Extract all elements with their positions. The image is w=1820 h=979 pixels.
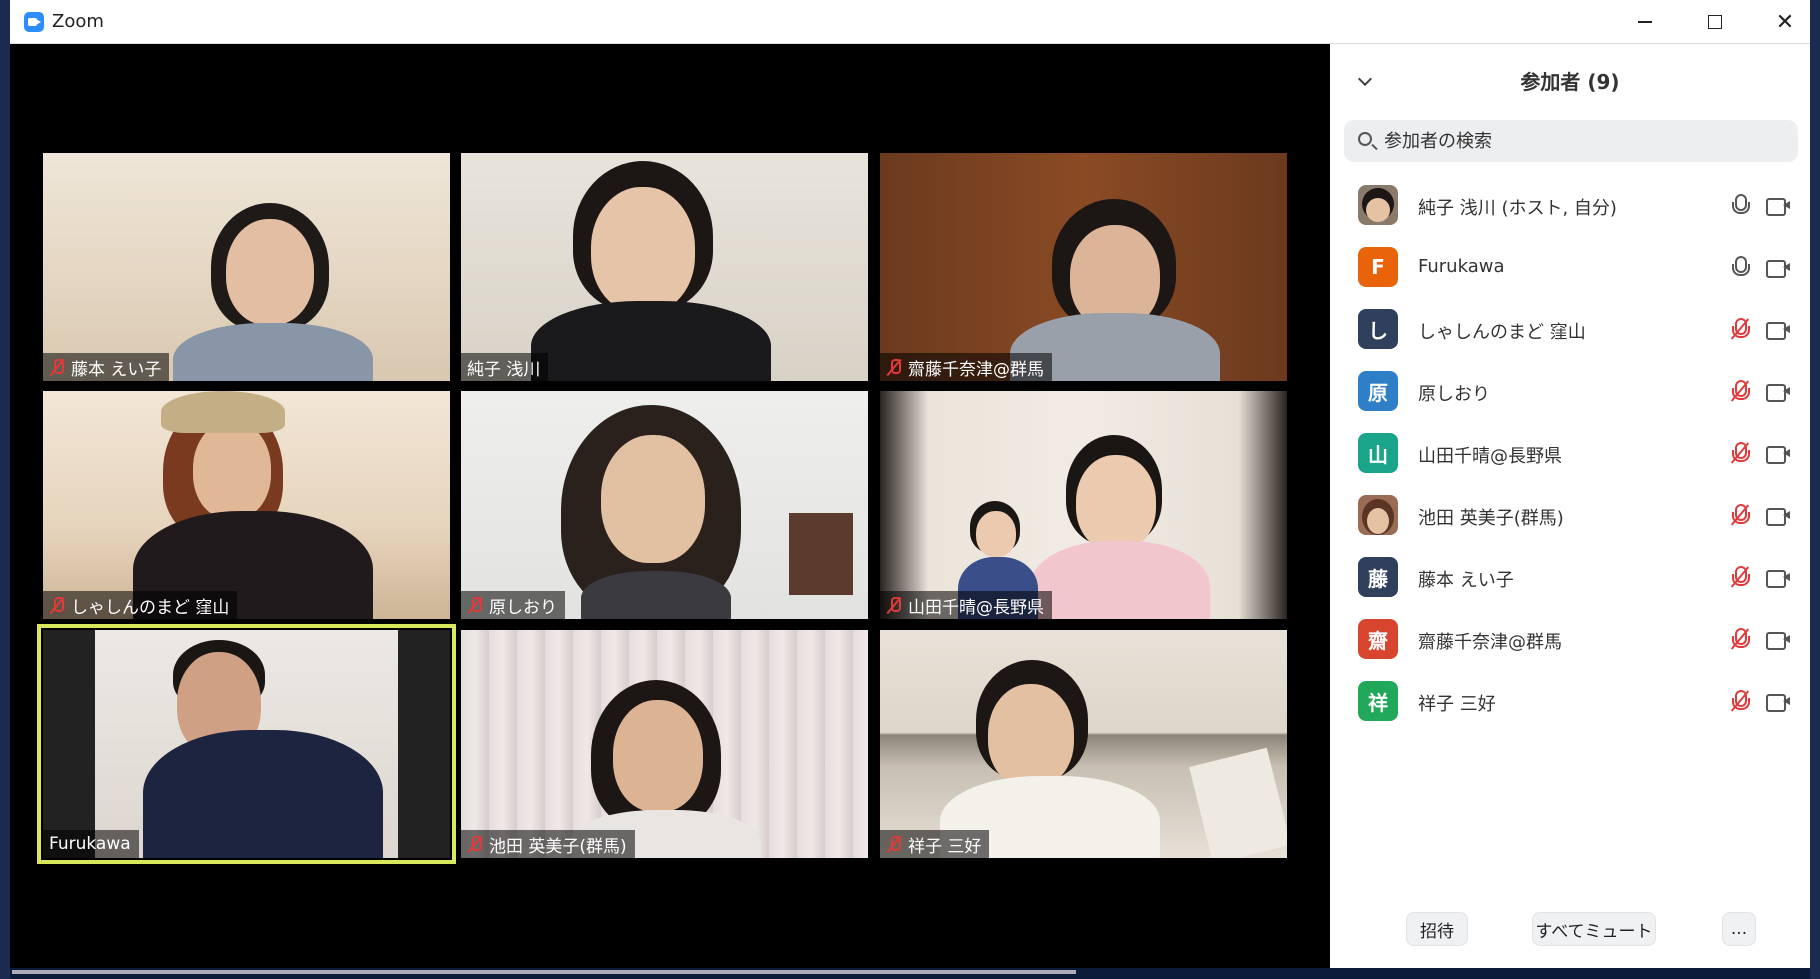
muted-mic-icon	[886, 358, 902, 376]
video-camera-icon[interactable]	[1766, 694, 1790, 712]
avatar	[1358, 495, 1398, 535]
participant-row[interactable]: 原 原しおり	[1330, 360, 1810, 422]
video-camera-icon[interactable]	[1766, 632, 1790, 650]
avatar: 齋	[1358, 619, 1398, 659]
video-camera-icon[interactable]	[1766, 260, 1790, 278]
tile-name-label: 池田 英美子(群馬)	[461, 830, 635, 858]
video-camera-icon[interactable]	[1766, 570, 1790, 588]
tile-name-label: 山田千晴@長野県	[880, 591, 1052, 619]
muted-mic-icon	[886, 835, 902, 853]
tile-name-label: 祥子 三好	[880, 830, 990, 858]
video-camera-icon[interactable]	[1766, 384, 1790, 402]
muted-mic-icon[interactable]	[1730, 566, 1750, 588]
participants-panel: 参加者 (9) 純子 浅川 (ホスト, 自分) F Furukawa し しゃし…	[1330, 44, 1810, 968]
tile-name-label: 原しおり	[461, 591, 565, 619]
window-title: Zoom	[52, 11, 104, 32]
muted-mic-icon[interactable]	[1730, 318, 1750, 340]
tile-name-label: 純子 浅川	[461, 353, 549, 381]
avatar: 藤	[1358, 557, 1398, 597]
maximize-icon	[1708, 15, 1722, 29]
muted-mic-icon[interactable]	[1730, 628, 1750, 650]
participant-row[interactable]: 祥 祥子 三好	[1330, 670, 1810, 732]
tile-name-label: しゃしんのまど 窪山	[43, 591, 238, 619]
participant-search[interactable]	[1344, 120, 1798, 162]
participant-name: 山田千晴@長野県	[1418, 446, 1562, 467]
video-tile[interactable]: 池田 英美子(群馬)	[461, 630, 868, 858]
avatar: 祥	[1358, 681, 1398, 721]
video-tile[interactable]: 齋藤千奈津@群馬	[880, 153, 1287, 381]
participant-row[interactable]: F Furukawa	[1330, 236, 1810, 298]
video-tile[interactable]: 原しおり	[461, 391, 868, 619]
participant-name: 齋藤千奈津@群馬	[1418, 632, 1562, 653]
muted-mic-icon[interactable]	[1730, 380, 1750, 402]
tile-name-label: 齋藤千奈津@群馬	[880, 353, 1052, 381]
participant-row[interactable]: 藤 藤本 えい子	[1330, 546, 1810, 608]
avatar: F	[1358, 247, 1398, 287]
mute-all-button[interactable]: すべてミュート	[1532, 912, 1656, 946]
participant-name: 祥子 三好	[1418, 694, 1496, 715]
avatar: 原	[1358, 371, 1398, 411]
participant-name: 藤本 えい子	[1418, 570, 1514, 591]
search-icon	[1358, 132, 1372, 146]
maximize-button[interactable]	[1680, 0, 1750, 44]
participant-name: 池田 英美子(群馬)	[1418, 508, 1564, 529]
participant-row[interactable]: 齋 齋藤千奈津@群馬	[1330, 608, 1810, 670]
participant-row[interactable]: し しゃしんのまど 窪山	[1330, 298, 1810, 360]
more-options-button[interactable]: ...	[1722, 912, 1756, 946]
video-camera-icon[interactable]	[1766, 508, 1790, 526]
muted-mic-icon	[467, 835, 483, 853]
video-tile[interactable]: 藤本 えい子	[43, 153, 450, 381]
zoom-logo-icon	[24, 12, 44, 32]
mic-icon[interactable]	[1730, 256, 1750, 278]
participant-row[interactable]: 池田 英美子(群馬)	[1330, 484, 1810, 546]
mic-icon[interactable]	[1730, 194, 1750, 216]
panel-title: 参加者 (9)	[1520, 70, 1620, 94]
gallery-view: 藤本 えい子 純子 浅川 齋藤千奈津@群馬 しゃしんのまど 窪山 原しおり 山田…	[10, 44, 1330, 968]
horizontal-scrollbar[interactable]	[12, 970, 1076, 974]
participant-name: 原しおり	[1418, 384, 1490, 405]
avatar	[1358, 185, 1398, 225]
video-tile[interactable]: 純子 浅川	[461, 153, 868, 381]
desktop-background-left	[0, 0, 10, 979]
close-icon: ✕	[1775, 9, 1795, 35]
muted-mic-icon[interactable]	[1730, 504, 1750, 526]
minimize-button[interactable]	[1610, 0, 1680, 44]
video-camera-icon[interactable]	[1766, 322, 1790, 340]
muted-mic-icon	[886, 596, 902, 614]
participant-name: Furukawa	[1418, 256, 1505, 277]
minimize-icon	[1638, 21, 1652, 23]
desktop-background-right	[1810, 0, 1820, 979]
participant-row[interactable]: 山 山田千晴@長野県	[1330, 422, 1810, 484]
zoom-window: Zoom ✕ 藤本 えい子 純子 浅川 齋藤千奈津@群馬 しゃしんのまど 窪山 …	[10, 0, 1810, 968]
title-bar: Zoom ✕	[10, 0, 1810, 44]
video-tile[interactable]: 山田千晴@長野県	[880, 391, 1287, 619]
video-camera-icon[interactable]	[1766, 198, 1790, 216]
invite-button[interactable]: 招待	[1406, 912, 1468, 946]
video-camera-icon[interactable]	[1766, 446, 1790, 464]
muted-mic-icon[interactable]	[1730, 442, 1750, 464]
muted-mic-icon	[49, 358, 65, 376]
video-tile[interactable]: 祥子 三好	[880, 630, 1287, 858]
video-tile-active-speaker[interactable]: Furukawa	[37, 624, 456, 864]
video-tile[interactable]: しゃしんのまど 窪山	[43, 391, 450, 619]
search-input[interactable]	[1384, 120, 1784, 162]
tile-name-label: 藤本 えい子	[43, 353, 170, 381]
participant-name: 純子 浅川 (ホスト, 自分)	[1418, 198, 1617, 219]
close-button[interactable]: ✕	[1750, 0, 1820, 44]
participant-row[interactable]: 純子 浅川 (ホスト, 自分)	[1330, 174, 1810, 236]
avatar: 山	[1358, 433, 1398, 473]
muted-mic-icon	[49, 596, 65, 614]
participant-name: しゃしんのまど 窪山	[1418, 322, 1586, 343]
muted-mic-icon	[467, 596, 483, 614]
muted-mic-icon[interactable]	[1730, 690, 1750, 712]
avatar: し	[1358, 309, 1398, 349]
tile-name-label: Furukawa	[43, 830, 139, 858]
